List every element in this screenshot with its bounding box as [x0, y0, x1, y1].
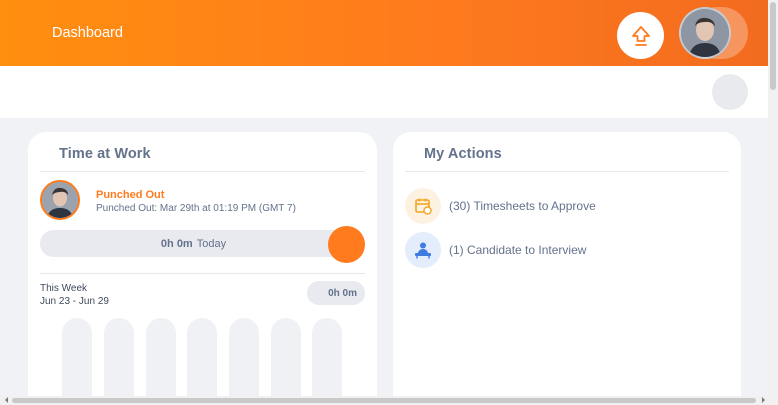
candidate-interview-icon [405, 232, 441, 268]
page-title: Dashboard [52, 25, 123, 41]
upgrade-button[interactable] [617, 12, 664, 59]
timesheet-calendar-icon [405, 188, 441, 224]
scrollbar-thumb[interactable] [770, 2, 776, 90]
user-profile-menu[interactable] [679, 7, 748, 59]
day-bar [229, 318, 259, 405]
action-timesheets[interactable]: (30) Timesheets to Approve [405, 188, 596, 224]
employee-photo [40, 180, 80, 220]
action-label: (1) Candidate to Interview [449, 243, 587, 257]
punch-status: Punched Out [96, 189, 165, 201]
scroll-right-icon[interactable] [762, 397, 768, 403]
day-bar [271, 318, 301, 405]
action-label: (30) Timesheets to Approve [449, 199, 596, 213]
time-at-work-card: Time at Work Punched Out Punched Out: Ma… [28, 132, 377, 405]
day-bar [104, 318, 134, 405]
action-candidate[interactable]: (1) Candidate to Interview [405, 232, 586, 268]
week-label: This Week [40, 283, 88, 294]
punch-in-button[interactable] [328, 226, 365, 263]
my-actions-card: My Actions (30) Timesheets to Approve (1 [393, 132, 741, 405]
horizontal-scrollbar[interactable] [0, 396, 768, 405]
avatar [679, 7, 731, 59]
divider [40, 171, 365, 172]
day-bar [187, 318, 217, 405]
day-bar [62, 318, 92, 405]
upload-arrow-icon [631, 25, 650, 46]
day-bar [146, 318, 176, 405]
divider [405, 171, 729, 172]
sub-header [0, 66, 768, 118]
punch-status-detail: Punched Out: Mar 29th at 01:19 PM (GMT 7… [96, 203, 296, 214]
card-title: My Actions [424, 146, 502, 162]
card-title: Time at Work [59, 146, 151, 162]
scrollbar-thumb[interactable] [12, 398, 756, 403]
today-summary: 0h 0m Today [40, 230, 362, 257]
scroll-left-icon[interactable] [2, 397, 8, 403]
day-bar [312, 318, 342, 405]
week-range: Jun 23 - Jun 29 [40, 296, 109, 307]
today-label: Today [196, 237, 227, 250]
divider [40, 273, 365, 274]
week-total: 0h 0m [307, 281, 365, 305]
today-value: 0h 0m [160, 237, 193, 250]
top-header: Dashboard [0, 0, 768, 66]
help-button[interactable] [712, 74, 748, 110]
vertical-scrollbar[interactable] [768, 0, 778, 405]
